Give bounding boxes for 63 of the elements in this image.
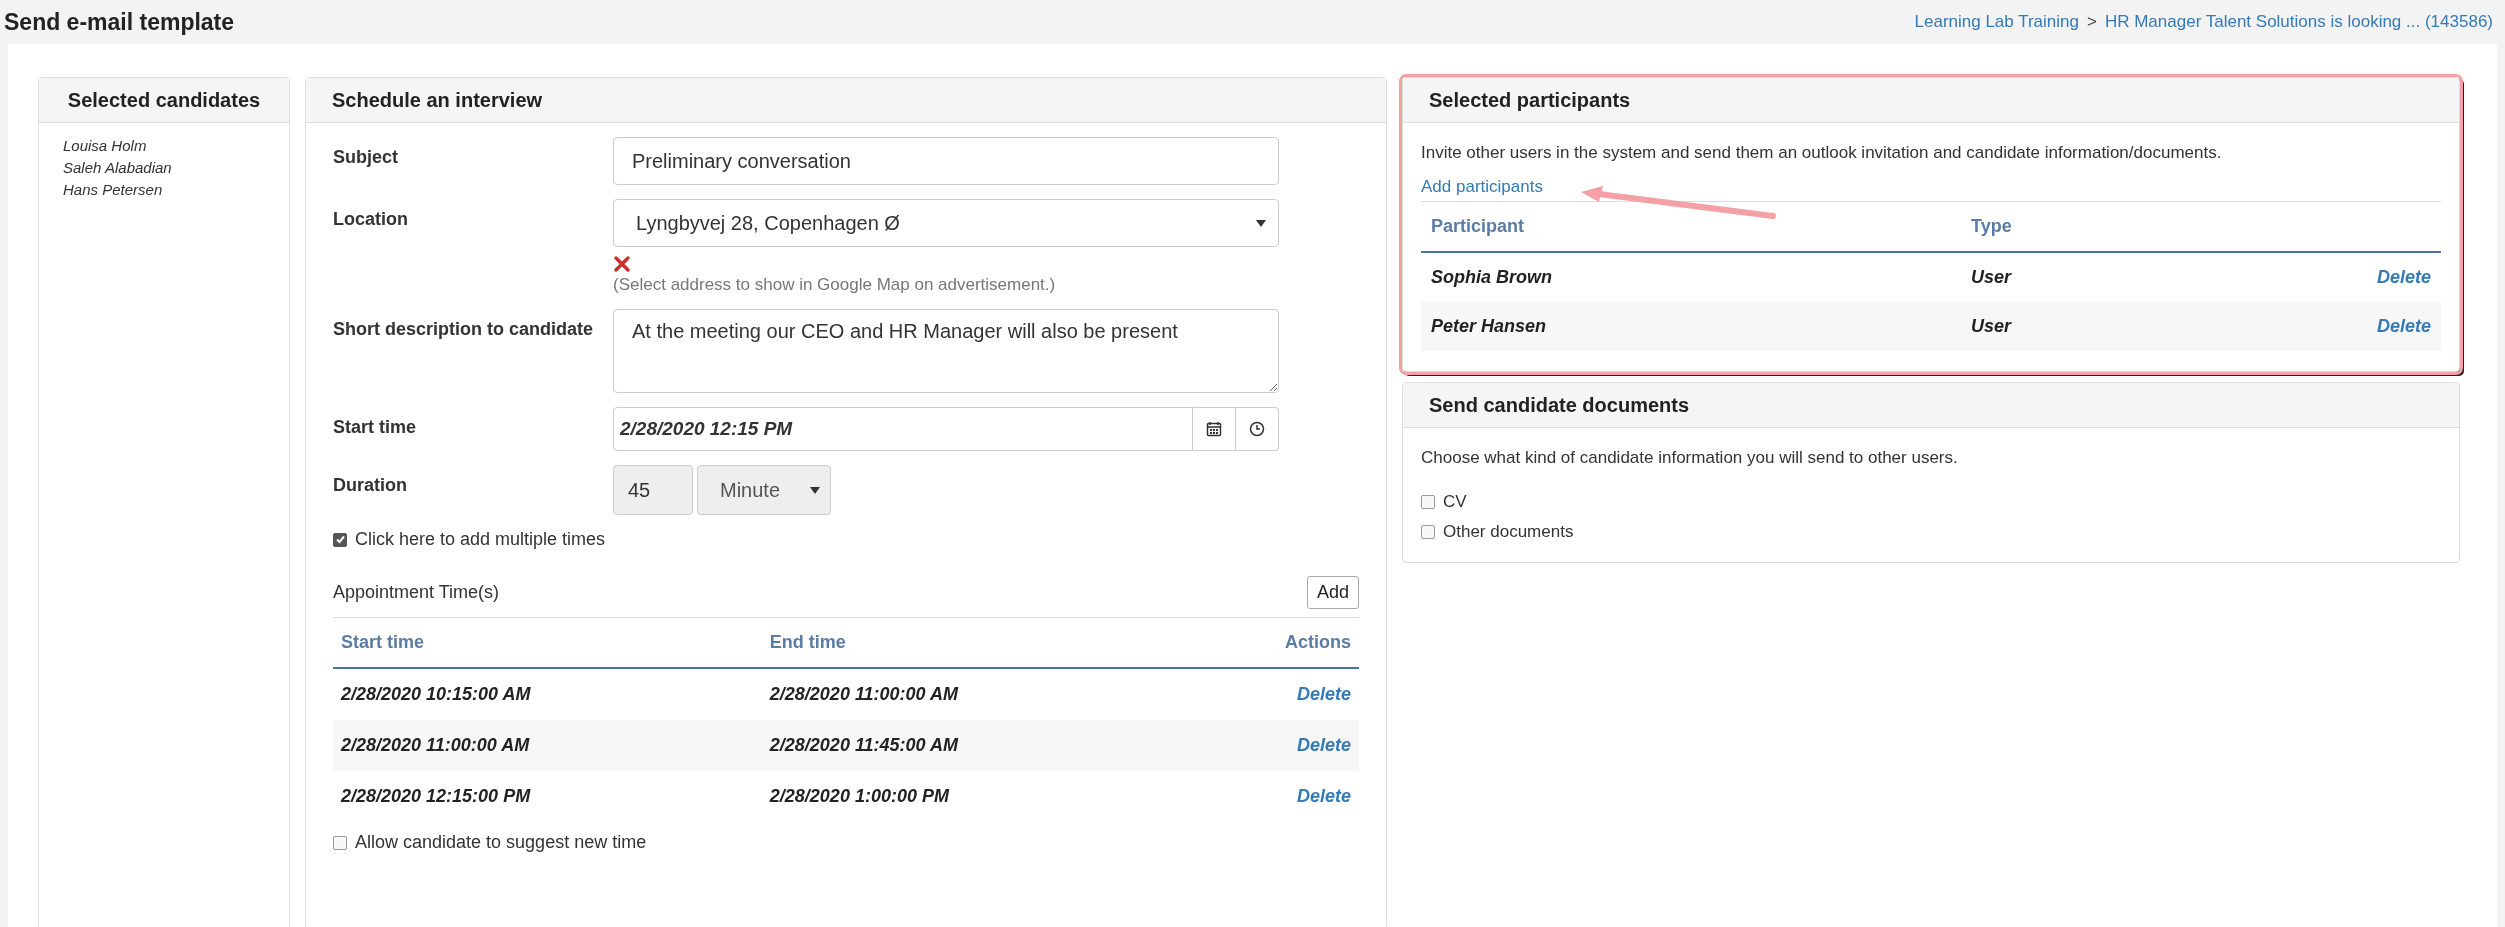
field-label: Duration <box>333 474 408 497</box>
column-header: Participant <box>1431 216 1525 236</box>
duration-field[interactable]: 45 <box>613 465 693 515</box>
checkbox[interactable] <box>333 532 347 547</box>
add-button[interactable]: Add <box>1306 576 1359 609</box>
clock-button[interactable] <box>1236 407 1279 451</box>
description-text: Choose what kind of candidate information you will send to other users. <box>1421 448 1958 468</box>
checkbox-label: Other documents <box>1443 522 1574 542</box>
panel-heading: Selected candidates <box>39 78 289 123</box>
caret-icon <box>1256 219 1266 227</box>
column-header: Actions <box>1285 632 1351 652</box>
calendar-icon <box>1206 421 1222 437</box>
panel-heading: Send candidate documents <box>1403 383 2459 428</box>
description-field[interactable]: At the meeting our CEO and HR Manager will also be present <box>613 309 1279 393</box>
table-cell: 2/28/2020 11:00:00 AM <box>341 735 530 755</box>
section-label: Appointment Time(s) <box>333 582 500 603</box>
checkbox-label: Allow candidate to suggest new time <box>355 832 647 853</box>
column-header: Start time <box>341 632 425 652</box>
field-label: Location <box>333 208 409 231</box>
start-time-field[interactable]: 2/28/2020 12:15 PM <box>613 407 1193 451</box>
table-cell: 2/28/2020 10:15:00 AM <box>341 684 531 704</box>
checkbox[interactable] <box>333 835 347 850</box>
table-cell: Sophia Brown <box>1431 267 1552 287</box>
table-cell: 2/28/2020 12:15:00 PM <box>341 786 531 806</box>
table-cell: User <box>1971 267 2012 287</box>
candidate-name: Saleh Alabadian <box>63 159 173 176</box>
table-cell: User <box>1971 316 2012 336</box>
caret-icon <box>810 486 820 494</box>
column-header: Type <box>1971 216 2012 236</box>
hint-text: (Select address to show in Google Map on advertisement.) <box>613 275 1057 295</box>
delete-link[interactable]: Delete <box>2376 267 2431 287</box>
field-label: Short description to candidate <box>333 318 595 341</box>
table-cell: 2/28/2020 11:45:00 AM <box>769 735 958 755</box>
description-text: Invite other users in the system and send them an outlook invitation and candidate information/documents. <box>1421 143 2222 163</box>
clear-icon[interactable] <box>613 255 631 273</box>
subject-field[interactable]: Preliminary conversation <box>613 137 1279 185</box>
checkbox[interactable] <box>1421 525 1435 539</box>
checkbox[interactable] <box>1421 495 1435 509</box>
delete-link[interactable]: Delete <box>1296 735 1351 755</box>
checkbox-label: Click here to add multiple times <box>355 529 606 550</box>
clock-icon <box>1249 421 1265 437</box>
calendar-button[interactable] <box>1193 407 1236 451</box>
breadcrumb-link[interactable]: HR Manager Talent Solutions is looking ... (143586) <box>2104 12 2493 32</box>
column-header: End time <box>769 632 846 652</box>
table-cell: Peter Hansen <box>1431 316 1547 336</box>
delete-link[interactable]: Delete <box>1296 786 1351 806</box>
candidate-name: Louisa Holm <box>63 137 148 154</box>
unit-dropdown[interactable]: Minute <box>697 465 831 515</box>
field-label: Start time <box>333 416 418 439</box>
candidate-name: Hans Petersen <box>63 181 164 198</box>
field-label: Subject <box>333 146 399 169</box>
page-title: Send e-mail template <box>4 8 235 36</box>
panel-heading: Schedule an interview <box>306 78 1386 123</box>
breadcrumb-link[interactable]: Learning Lab Training <box>1914 12 2079 32</box>
table-cell: 2/28/2020 11:00:00 AM <box>769 684 958 704</box>
delete-link[interactable]: Delete <box>1296 684 1351 704</box>
checkbox-label: CV <box>1443 492 1467 512</box>
delete-link[interactable]: Delete <box>2376 316 2431 336</box>
breadcrumb-separator: > <box>2087 12 2097 32</box>
panel-heading: Selected participants <box>1403 78 2459 123</box>
add-participants-link[interactable]: Add participants <box>1421 177 1543 197</box>
table-cell: 2/28/2020 1:00:00 PM <box>769 786 949 806</box>
location-dropdown[interactable]: Lyngbyvej 28, Copenhagen Ø <box>613 199 1279 247</box>
